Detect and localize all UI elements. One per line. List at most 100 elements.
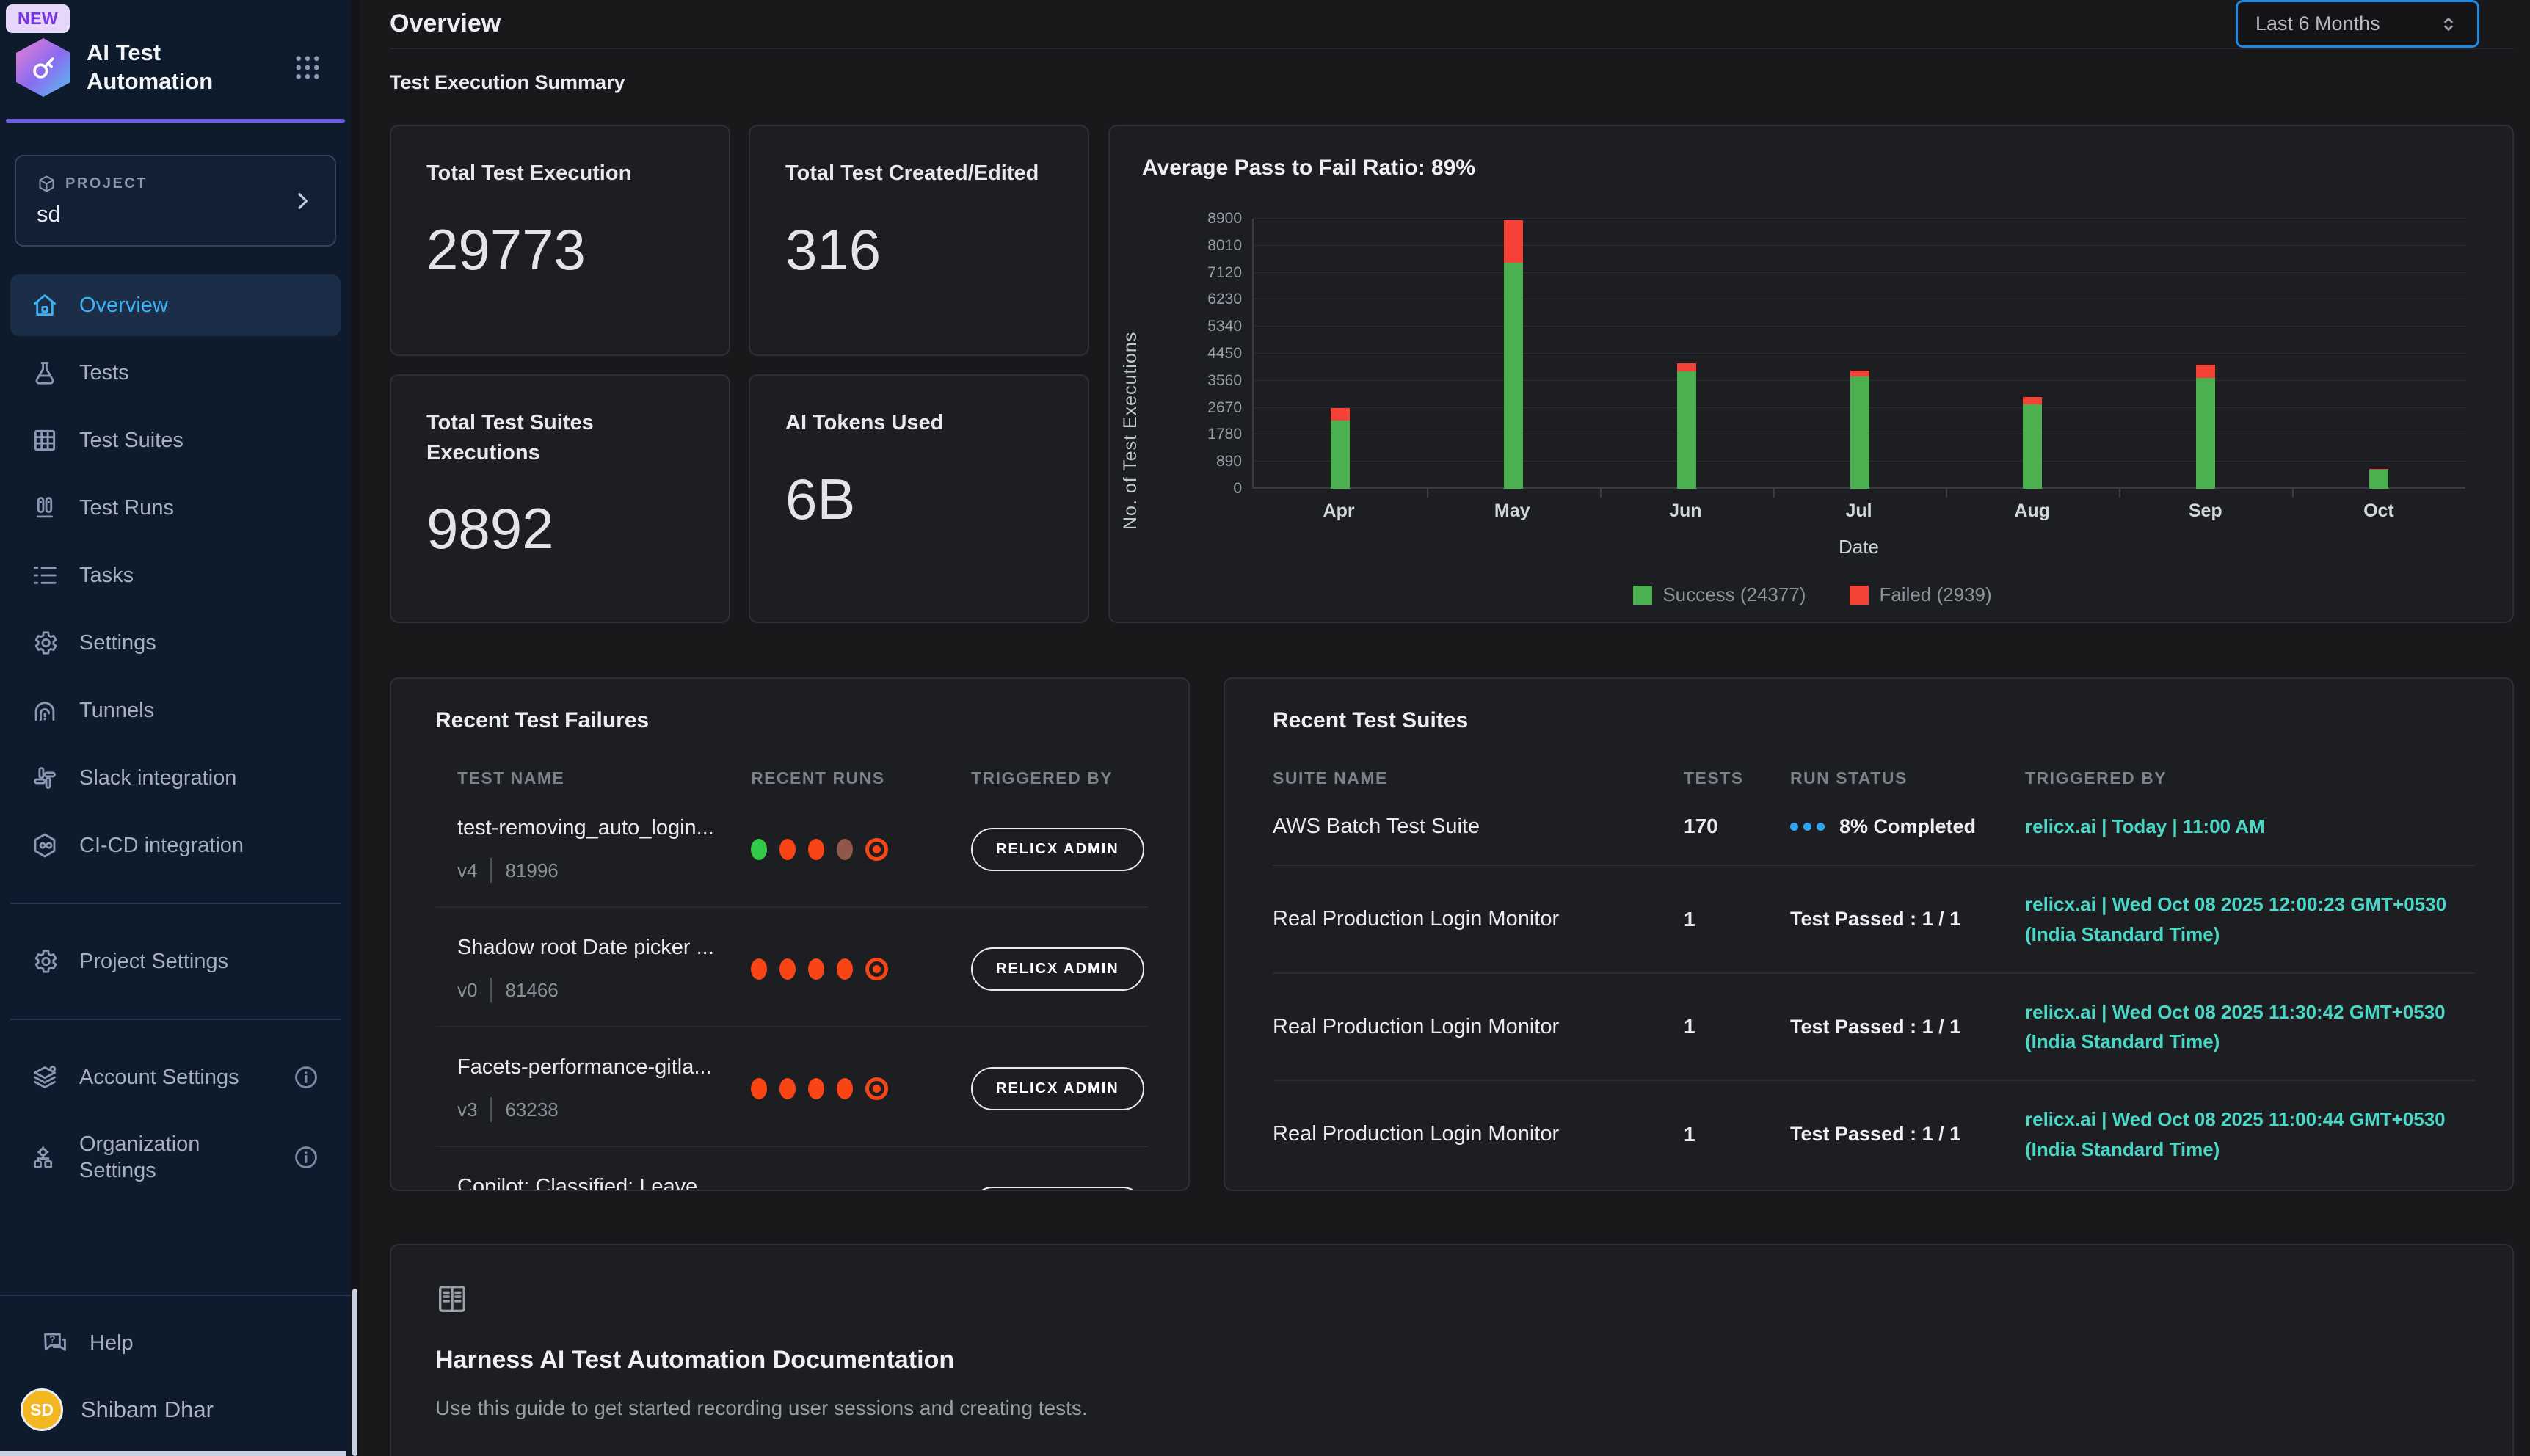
bar-sep[interactable] (2196, 365, 2215, 489)
table-row[interactable]: AWS Batch Test Suite 170 8% Completed re… (1273, 788, 2476, 866)
table-row[interactable]: Facets-performance-gitla... v363238 RELI… (435, 1027, 1148, 1147)
run-status-dot[interactable] (808, 839, 824, 860)
table-row[interactable]: test-removing_auto_login... v481996 RELI… (435, 788, 1148, 908)
run-status-dot[interactable] (779, 1078, 796, 1099)
test-name[interactable]: Copilot: Classified: Leave... (457, 1175, 751, 1191)
stat-label: Total Test Created/Edited (785, 159, 1053, 189)
gridline (1254, 353, 2465, 354)
test-run-id: 81996 (505, 859, 558, 882)
bar-may[interactable] (1504, 220, 1523, 489)
chevron-right-icon (291, 189, 314, 213)
info-icon[interactable] (292, 1063, 320, 1091)
apps-grid-icon[interactable] (292, 52, 323, 83)
project-selector[interactable]: PROJECT sd (15, 155, 336, 247)
stat-value: 316 (785, 216, 1053, 283)
vertical-scrollbar[interactable] (352, 1289, 357, 1456)
info-icon[interactable] (292, 1143, 320, 1171)
main-content: Overview Last 6 Months Test Execution Su… (359, 0, 2530, 1456)
x-tickmark (2292, 489, 2294, 498)
sidebar-item-overview[interactable]: Overview (10, 274, 341, 336)
sidebar-item-label: Help (90, 1330, 134, 1356)
run-current-dot[interactable] (865, 1077, 888, 1100)
suite-name[interactable]: AWS Batch Test Suite (1273, 815, 1684, 839)
column-header: TESTS (1684, 768, 1790, 788)
column-header: TRIGGERED BY (971, 768, 1148, 788)
suite-name[interactable]: Real Production Login Monitor (1273, 1122, 1684, 1146)
sidebar-item-test-runs[interactable]: Test Runs (10, 477, 341, 539)
sidebar-item-tests[interactable]: Tests (10, 342, 341, 404)
triggered-by-link[interactable]: relicx.ai | Wed Oct 08 2025 11:00:44 GMT… (2025, 1104, 2476, 1164)
table-row[interactable]: Copilot: Classified: Leave... v663129 RE… (435, 1147, 1148, 1191)
table-grid-icon (31, 426, 59, 454)
user-menu[interactable]: SD Shibam Dhar (10, 1374, 341, 1431)
suite-tests-count: 1 (1684, 908, 1790, 931)
test-name[interactable]: Shadow root Date picker ... (457, 936, 751, 960)
run-status-dot[interactable] (808, 1078, 824, 1099)
chevron-up-down-icon (2438, 13, 2460, 35)
legend-item: Failed (2939) (1850, 583, 1991, 606)
triggered-by-link[interactable]: relicx.ai | Wed Oct 08 2025 11:30:42 GMT… (2025, 997, 2476, 1057)
sidebar-item-ci-cd-integration[interactable]: CI-CD integration (10, 815, 341, 876)
failures-table-header: TEST NAMERECENT RUNSTRIGGERED BY (435, 768, 1148, 788)
sidebar-item-organization-settings[interactable]: Organization Settings (10, 1114, 341, 1201)
suite-tests-count: 1 (1684, 1123, 1790, 1146)
stat-label: AI Tokens Used (785, 408, 1053, 438)
stat-value: 29773 (426, 216, 694, 283)
triggered-by-button[interactable]: RELICX ADMIN (971, 1067, 1144, 1110)
table-row[interactable]: Real Production Login Monitor 1 Test Pas… (1273, 1081, 2476, 1187)
sidebar-item-slack-integration[interactable]: Slack integration (10, 747, 341, 809)
sidebar-item-test-suites[interactable]: Test Suites (10, 410, 341, 471)
sidebar-item-account-settings[interactable]: Account Settings (10, 1046, 341, 1108)
y-tick-label: 8900 (1207, 210, 1242, 228)
brand-accent-divider (6, 119, 345, 123)
chart-legend: Success (24377) Failed (2939) (1142, 583, 2483, 606)
run-status-dot[interactable] (808, 958, 824, 980)
run-status-dot[interactable] (751, 1078, 767, 1099)
bar-jun[interactable] (1677, 363, 1696, 489)
sidebar-item-tasks[interactable]: Tasks (10, 545, 341, 606)
flask-icon (31, 359, 59, 387)
date-range-select[interactable]: Last 6 Months (2236, 0, 2479, 48)
suite-name[interactable]: Real Production Login Monitor (1273, 1015, 1684, 1039)
account-layers-icon (31, 1063, 59, 1091)
test-version: v3 (457, 1099, 477, 1121)
bar-success-segment (2023, 404, 2042, 489)
sidebar-item-label: Test Suites (79, 427, 183, 454)
run-status-dot[interactable] (837, 839, 853, 860)
sidebar-item-label: CI-CD integration (79, 832, 244, 859)
run-status-dot[interactable] (751, 839, 767, 860)
run-status-dot[interactable] (837, 958, 853, 980)
run-status-dot[interactable] (779, 839, 796, 860)
bar-apr[interactable] (1331, 408, 1350, 489)
table-row[interactable]: Real Production Login Monitor 1 Test Pas… (1273, 866, 2476, 974)
x-tick-label: Aug (2014, 500, 2050, 522)
triggered-by-button[interactable]: RELICX ADMIN (971, 947, 1144, 991)
y-tick-label: 7120 (1207, 264, 1242, 282)
help-chat-icon: ? (41, 1329, 69, 1357)
run-current-dot[interactable] (865, 838, 888, 861)
loading-dots-icon (1790, 823, 1825, 831)
run-status-dot[interactable] (779, 958, 796, 980)
run-status-dot[interactable] (837, 1078, 853, 1099)
table-row[interactable]: Shadow root Date picker ... v081466 RELI… (435, 908, 1148, 1027)
horizontal-scrollbar[interactable] (0, 1451, 346, 1456)
table-row[interactable]: Real Production Login Monitor 1 Test Pas… (1273, 974, 2476, 1082)
triggered-by-button[interactable]: RELICX ADMIN (971, 828, 1144, 871)
triggered-by-link[interactable]: relicx.ai | Today | 11:00 AM (2025, 812, 2476, 841)
sidebar-item-help[interactable]: ? Help (21, 1312, 330, 1374)
triggered-by-button[interactable]: RELICX ADMIN (971, 1187, 1144, 1191)
sidebar-item-settings[interactable]: Settings (10, 612, 341, 674)
suite-name[interactable]: Real Production Login Monitor (1273, 907, 1684, 931)
sidebar-item-tunnels[interactable]: Tunnels (10, 680, 341, 741)
bar-oct[interactable] (2369, 469, 2388, 489)
run-current-dot[interactable] (865, 958, 888, 980)
bar-aug[interactable] (2023, 397, 2042, 489)
triggered-by-link[interactable]: relicx.ai | Wed Oct 08 2025 12:00:23 GMT… (2025, 889, 2476, 949)
bar-jul[interactable] (1850, 371, 1869, 489)
run-status-dot[interactable] (751, 958, 767, 980)
test-name[interactable]: Facets-performance-gitla... (457, 1055, 751, 1080)
sidebar-item-project-settings[interactable]: Project Settings (10, 931, 341, 992)
test-name[interactable]: test-removing_auto_login... (457, 816, 751, 840)
recent-test-suites-card: Recent Test Suites SUITE NAMETESTSRUN ST… (1224, 677, 2514, 1191)
x-tick-label: Oct (2363, 500, 2394, 522)
